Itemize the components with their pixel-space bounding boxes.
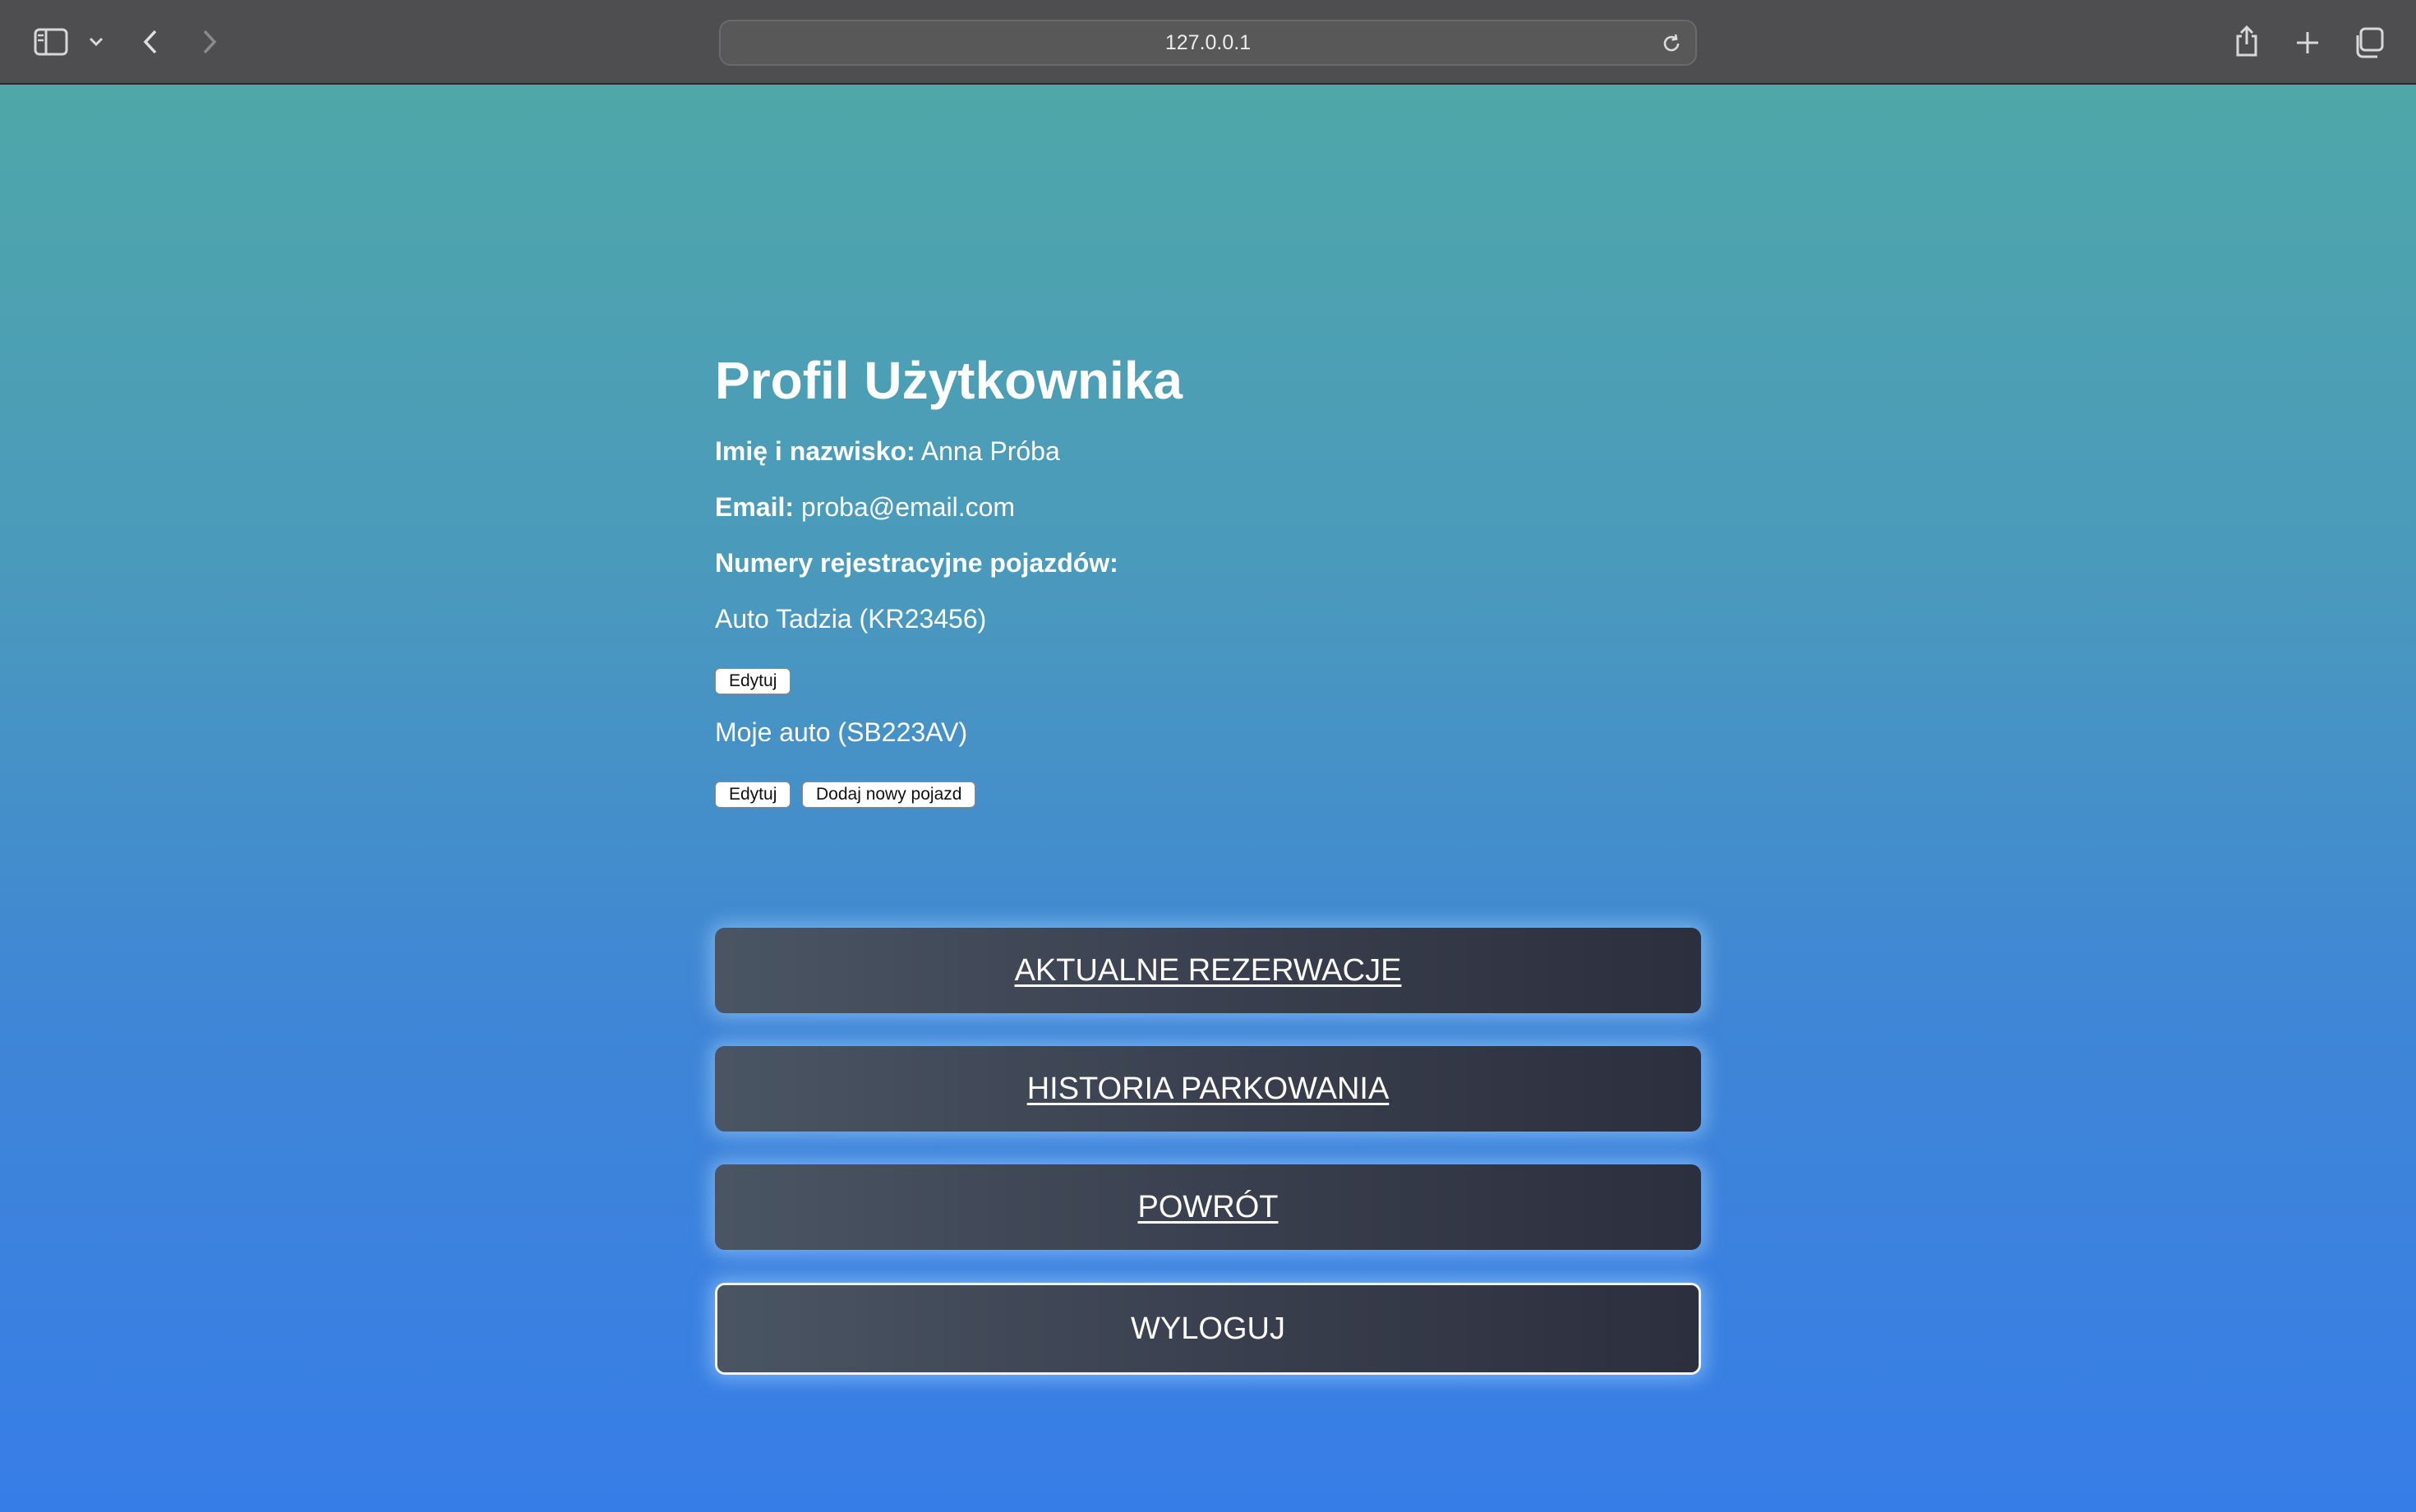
sidebar-icon[interactable] [31,25,71,59]
vehicles-heading: Numery rejestracyjne pojazdów: [715,548,1118,578]
edit-vehicle-button[interactable]: Edytuj [715,668,791,694]
url-text: 127.0.0.1 [1164,30,1252,54]
name-row: Imię i nazwisko: Anna Próba [715,436,1060,467]
email-label: Email: [715,492,795,522]
vehicle-item: Auto Tadzia (KR23456) [715,604,987,634]
email-value: proba@email.com [800,492,1016,522]
current-reservations-button[interactable]: AKTUALNE REZERWACJE [715,928,1701,1013]
back-button[interactable]: POWRÓT [715,1164,1701,1250]
forward-icon[interactable] [197,25,222,59]
name-value: Anna Próba [920,436,1060,466]
name-label: Imię i nazwisko: [715,436,915,466]
browser-toolbar: 127.0.0.1 [0,0,2416,85]
back-icon[interactable] [138,25,163,59]
vehicle-item: Moje auto (SB223AV) [715,717,968,747]
page-viewport: Profil Użytkownika Imię i nazwisko: Anna… [0,85,2416,1512]
chevron-down-icon[interactable] [85,33,107,51]
new-tab-icon[interactable] [2291,26,2324,59]
back-link[interactable]: POWRÓT [1138,1190,1279,1225]
current-reservations-link[interactable]: AKTUALNE REZERWACJE [1015,953,1402,989]
email-row: Email: proba@email.com [715,492,1015,523]
logout-button[interactable]: WYLOGUJ [715,1283,1701,1375]
edit-vehicle-button[interactable]: Edytuj [715,781,791,808]
profile-section: Profil Użytkownika Imię i nazwisko: Anna… [715,341,1701,1375]
address-bar[interactable]: 127.0.0.1 [719,20,1697,66]
parking-history-link[interactable]: HISTORIA PARKOWANIA [1027,1072,1390,1107]
parking-history-button[interactable]: HISTORIA PARKOWANIA [715,1046,1701,1132]
reload-icon[interactable] [1658,30,1685,58]
add-vehicle-button[interactable]: Dodaj nowy pojazd [802,781,976,808]
tabs-overview-icon[interactable] [2350,25,2386,61]
share-icon[interactable] [2230,21,2263,61]
page-title: Profil Użytkownika [715,351,1183,410]
